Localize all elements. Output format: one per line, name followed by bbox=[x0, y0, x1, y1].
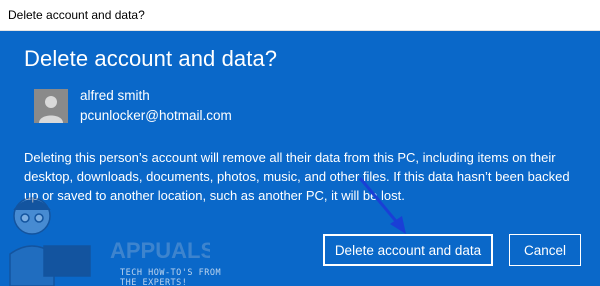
user-name: alfred smith bbox=[80, 88, 150, 103]
watermark-text: TECH HOW-TO'S FROM THE EXPERTS! bbox=[120, 268, 222, 286]
user-text: alfred smith pcunlocker@hotmail.com bbox=[80, 86, 232, 126]
window-titlebar: Delete account and data? bbox=[0, 0, 600, 31]
user-silhouette-icon bbox=[39, 96, 63, 123]
delete-account-dialog: Delete account and data? alfred smith pc… bbox=[0, 31, 600, 286]
user-info: alfred smith pcunlocker@hotmail.com bbox=[34, 86, 232, 126]
dialog-heading: Delete account and data? bbox=[24, 46, 278, 71]
delete-account-button[interactable]: Delete account and data bbox=[323, 234, 493, 266]
cancel-button[interactable]: Cancel bbox=[509, 234, 581, 266]
warning-message: Deleting this person’s account will remo… bbox=[24, 150, 570, 203]
user-email: pcunlocker@hotmail.com bbox=[80, 108, 232, 123]
svg-text:APPUALS: APPUALS bbox=[110, 238, 210, 263]
avatar bbox=[34, 89, 68, 123]
window-title: Delete account and data? bbox=[8, 8, 145, 22]
